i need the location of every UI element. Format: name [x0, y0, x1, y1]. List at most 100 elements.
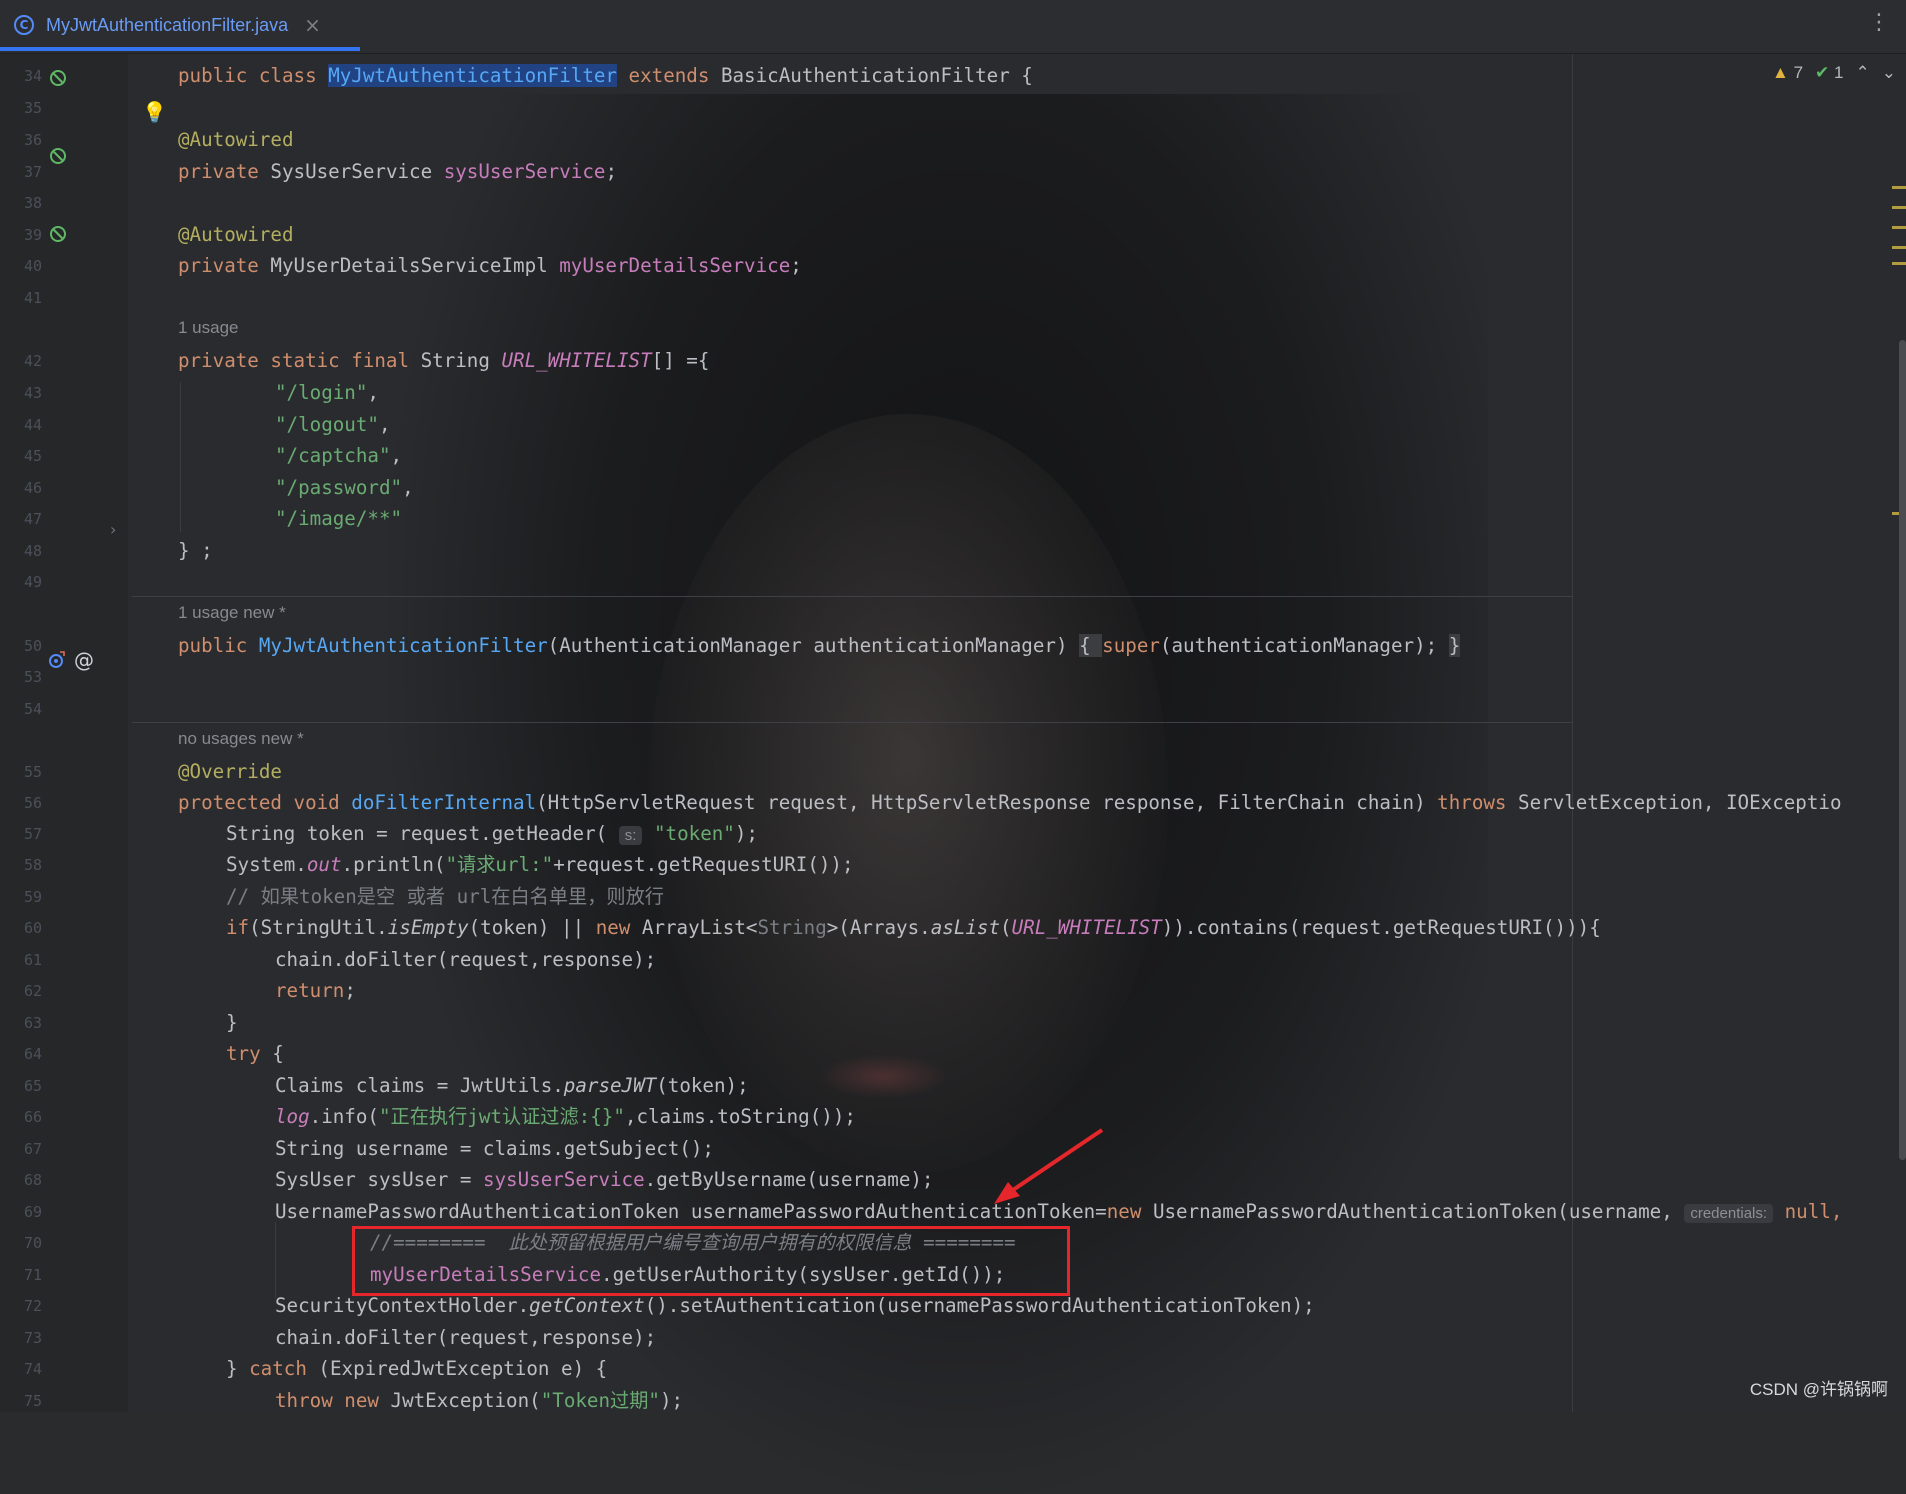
tab-filename[interactable]: MyJwtAuthenticationFilter.java	[46, 15, 288, 36]
line-number[interactable]: 49	[0, 572, 42, 592]
line-number[interactable]: 74	[0, 1359, 42, 1379]
line-number[interactable]: 45	[0, 446, 42, 466]
line-number[interactable]: 44	[0, 415, 42, 435]
line-number[interactable]: 34	[0, 66, 42, 86]
scroll-marker[interactable]	[1892, 246, 1906, 249]
line-number[interactable]: 60	[0, 918, 42, 938]
code-line-55[interactable]: @Override	[178, 760, 282, 784]
line-number[interactable]: 54	[0, 699, 42, 719]
code-line-47[interactable]: "/image/**"	[275, 507, 402, 531]
usage-hint[interactable]: 1 usage new *	[178, 603, 286, 623]
code-line-68[interactable]: SysUser sysUser = sysUserService.getByUs…	[275, 1168, 933, 1192]
line-number[interactable]: 64	[0, 1044, 42, 1064]
line-number[interactable]: 65	[0, 1076, 42, 1096]
line-number[interactable]: 46	[0, 478, 42, 498]
line-number[interactable]: 50	[0, 636, 42, 656]
class-name-selected[interactable]: MyJwtAuthenticationFilter	[328, 64, 617, 87]
fold-arrow-icon[interactable]: ›	[110, 520, 116, 539]
line-number[interactable]: 75	[0, 1391, 42, 1411]
line-number[interactable]: 42	[0, 351, 42, 371]
code-line-48[interactable]: } ;	[178, 539, 213, 563]
line-number[interactable]: 39	[0, 225, 42, 245]
code-line-61[interactable]: chain.doFilter(request,response);	[275, 948, 656, 972]
line-number[interactable]: 47	[0, 509, 42, 529]
method-separator	[132, 596, 1572, 597]
code-line-36[interactable]: @Autowired	[178, 128, 294, 152]
line-number[interactable]: 35	[0, 98, 42, 118]
line-number[interactable]: 43	[0, 383, 42, 403]
bean-autowired-icon[interactable]	[48, 224, 68, 244]
lightbulb-icon[interactable]: 💡	[142, 100, 167, 124]
code-line-56[interactable]: protected void doFilterInternal(HttpServ…	[178, 791, 1842, 815]
usage-hint[interactable]: no usages new *	[178, 729, 304, 749]
code-line-63[interactable]: }	[226, 1011, 238, 1035]
usage-hint[interactable]: 1 usage	[178, 318, 239, 338]
line-number[interactable]: 69	[0, 1202, 42, 1222]
code-line-64[interactable]: try {	[226, 1042, 284, 1066]
code-line-43[interactable]: "/login",	[275, 381, 379, 405]
line-number[interactable]: 61	[0, 950, 42, 970]
code-line-44[interactable]: "/logout",	[275, 413, 391, 437]
line-number[interactable]: 62	[0, 981, 42, 1001]
editor-tab[interactable]: C MyJwtAuthenticationFilter.java ×	[0, 0, 360, 51]
line-number[interactable]: 58	[0, 855, 42, 875]
implemented-icon[interactable]	[48, 68, 68, 88]
code-line-67[interactable]: String username = claims.getSubject();	[275, 1137, 714, 1161]
line-number[interactable]: 68	[0, 1170, 42, 1190]
code-line-73[interactable]: chain.doFilter(request,response);	[275, 1326, 656, 1350]
line-number[interactable]: 36	[0, 130, 42, 150]
code-line-37[interactable]: private SysUserService sysUserService;	[178, 160, 617, 184]
annotation-at-icon[interactable]: @	[74, 648, 94, 672]
code-line-40[interactable]: private MyUserDetailsServiceImpl myUserD…	[178, 254, 802, 278]
scroll-marker[interactable]	[1892, 262, 1906, 265]
code-line-42[interactable]: private static final String URL_WHITELIS…	[178, 349, 709, 373]
code-line-65[interactable]: Claims claims = JwtUtils.parseJWT(token)…	[275, 1074, 749, 1098]
code-line-66[interactable]: log.info("正在执行jwt认证过滤:{}",claims.toStrin…	[275, 1105, 856, 1129]
code-line-74[interactable]: } catch (ExpiredJwtException e) {	[226, 1357, 607, 1381]
line-number[interactable]: 38	[0, 193, 42, 213]
line-number[interactable]: 48	[0, 541, 42, 561]
scroll-marker[interactable]	[1892, 226, 1906, 229]
code-line-72[interactable]: SecurityContextHolder.getContext().setAu…	[275, 1294, 1315, 1318]
line-number[interactable]: 67	[0, 1139, 42, 1159]
line-number[interactable]: 41	[0, 288, 42, 308]
close-icon[interactable]: ×	[304, 13, 321, 37]
line-number[interactable]: 55	[0, 762, 42, 782]
code-line-59[interactable]: // 如果token是空 或者 url在白名单里，则放行	[226, 885, 664, 909]
code-line-75[interactable]: throw new JwtException("Token过期");	[275, 1389, 683, 1413]
line-number[interactable]: 37	[0, 162, 42, 182]
chevron-down-icon[interactable]: ⌄	[1882, 63, 1896, 83]
scroll-marker[interactable]	[1892, 186, 1906, 189]
warning-count[interactable]: ▲ 7	[1772, 63, 1803, 83]
inspection-widget[interactable]: ▲ 7 ✔ 1 ⌃ ⌄	[1772, 58, 1906, 88]
line-gutter[interactable]: 34 35 36 37 38 39 40 41 42 43 44 45 46 47 48 49 50 53 54 55…	[0, 54, 128, 1412]
vertical-scrollbar[interactable]	[1899, 340, 1906, 1160]
line-number[interactable]: 72	[0, 1296, 42, 1316]
line-number[interactable]: 56	[0, 793, 42, 813]
line-number[interactable]: 73	[0, 1328, 42, 1348]
line-number[interactable]: 66	[0, 1107, 42, 1127]
scroll-marker[interactable]	[1892, 206, 1906, 209]
code-line-50[interactable]: public MyJwtAuthenticationFilter(Authent…	[178, 634, 1461, 658]
line-number[interactable]: 53	[0, 667, 42, 687]
line-number[interactable]: 71	[0, 1265, 42, 1285]
code-line-39[interactable]: @Autowired	[178, 223, 294, 247]
line-number[interactable]: 57	[0, 824, 42, 844]
code-line-58[interactable]: System.out.println("请求url:"+request.getR…	[226, 853, 854, 877]
warning-icon: ▲	[1772, 63, 1789, 82]
line-number[interactable]: 70	[0, 1233, 42, 1253]
code-line-46[interactable]: "/password",	[275, 476, 414, 500]
code-line-34[interactable]: public class MyJwtAuthenticationFilter e…	[178, 64, 1033, 88]
more-options-icon[interactable]: ⋮	[1868, 10, 1890, 35]
chevron-up-icon[interactable]: ⌃	[1856, 63, 1870, 83]
line-number[interactable]: 63	[0, 1013, 42, 1033]
line-number[interactable]: 40	[0, 256, 42, 276]
code-line-62[interactable]: return;	[275, 979, 356, 1003]
override-method-icon[interactable]	[46, 650, 66, 670]
code-line-45[interactable]: "/captcha",	[275, 444, 402, 468]
code-line-60[interactable]: if(StringUtil.isEmpty(token) || new Arra…	[226, 916, 1601, 940]
bean-autowired-icon[interactable]	[48, 146, 68, 166]
ok-count[interactable]: ✔ 1	[1815, 63, 1843, 83]
code-line-57[interactable]: String token = request.getHeader( s: "to…	[226, 822, 758, 848]
line-number[interactable]: 59	[0, 887, 42, 907]
